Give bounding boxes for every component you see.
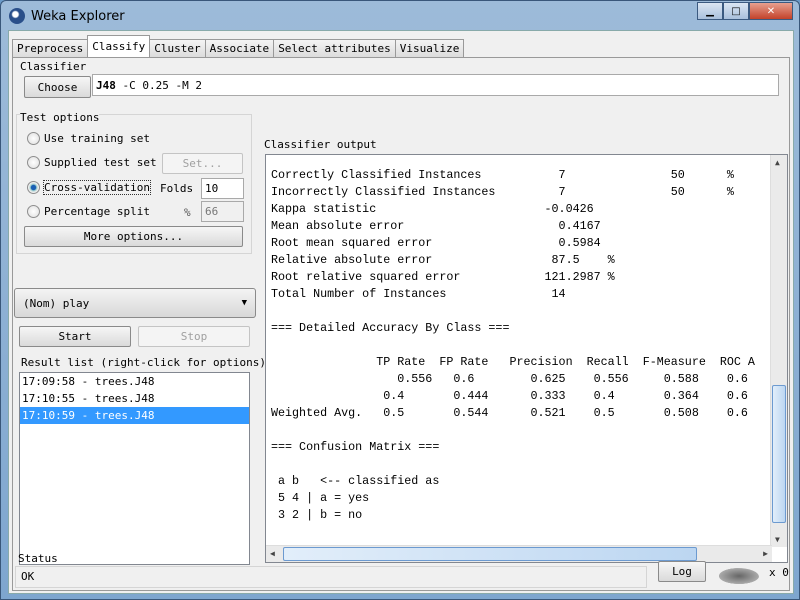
maximize-button[interactable]: □ [723,2,749,20]
minimize-button[interactable]: ▁ [697,2,723,20]
status-label: Status [18,552,58,565]
result-item[interactable]: 17:09:58 - trees.J48 [20,373,249,390]
tab-preprocess[interactable]: Preprocess [12,39,89,57]
tab-classify[interactable]: Classify [87,35,151,57]
scroll-down-icon[interactable]: ▼ [775,535,780,544]
chevron-down-icon: ▼ [241,298,247,308]
classifier-config-field[interactable]: J48 -C 0.25 -M 2 [92,74,779,96]
weka-bird-icon [719,568,759,584]
set-button[interactable]: Set... [162,153,243,174]
scroll-up-icon[interactable]: ▲ [775,158,780,167]
classifier-group-label: Classifier [20,60,87,73]
use-training-set-radio[interactable]: Use training set [27,132,150,145]
folds-label: Folds [160,182,194,195]
classifier-output-text: Correctly Classified Instances 7 50 % In… [271,168,755,522]
classifier-options: -C 0.25 -M 2 [115,78,202,92]
more-options-button[interactable]: More options... [24,226,243,247]
classifier-output-label: Classifier output [264,138,377,151]
result-list: 17:09:58 - trees.J48 17:10:55 - trees.J4… [19,372,250,565]
result-list-label: Result list (right-click for options) [21,356,267,369]
folds-input[interactable]: 10 [201,178,244,199]
classify-panel: Classifier Choose J48 -C 0.25 -M 2 Test … [12,57,790,591]
choose-button[interactable]: Choose [24,76,91,98]
status-text: OK [15,566,647,588]
tab-cluster[interactable]: Cluster [149,39,206,57]
percentage-split-radio[interactable]: Percentage split [27,205,150,218]
supplied-test-set-radio[interactable]: Supplied test set [27,156,157,169]
tab-visualize[interactable]: Visualize [394,39,465,57]
tab-bar: Preprocess Classify Cluster Associate Se… [12,35,465,57]
percentage-input[interactable]: 66 [201,201,244,222]
classifier-output[interactable]: Correctly Classified Instances 7 50 % In… [265,154,788,563]
class-attribute-select[interactable]: (Nom) play ▼ [14,288,256,318]
close-button[interactable]: ✕ [749,2,793,20]
classifier-name: J48 [96,78,116,92]
task-count: x 0 [769,566,789,579]
title-bar: Weka Explorer [9,5,125,27]
log-button[interactable]: Log [658,561,706,582]
client-area: Preprocess Classify Cluster Associate Se… [8,30,794,594]
cross-validation-radio[interactable]: Cross-validation [27,180,151,195]
window-frame: Weka Explorer ▁ □ ✕ Preprocess Classify … [0,0,800,600]
tab-associate[interactable]: Associate [204,39,275,57]
start-button[interactable]: Start [19,326,131,347]
result-item-selected[interactable]: 17:10:59 - trees.J48 [20,407,249,424]
window-title: Weka Explorer [31,8,125,24]
vertical-scrollbar[interactable]: ▲ ▼ [770,155,787,547]
vertical-scroll-thumb[interactable] [772,385,786,523]
percent-label: % [184,206,191,219]
result-item[interactable]: 17:10:55 - trees.J48 [20,390,249,407]
weka-app-icon [9,8,25,24]
test-options-label: Test options [20,111,100,124]
tab-select-attributes[interactable]: Select attributes [273,39,396,57]
status-panel: Status OK [12,552,650,591]
scroll-right-icon[interactable]: ▶ [763,549,768,558]
stop-button[interactable]: Stop [138,326,250,347]
